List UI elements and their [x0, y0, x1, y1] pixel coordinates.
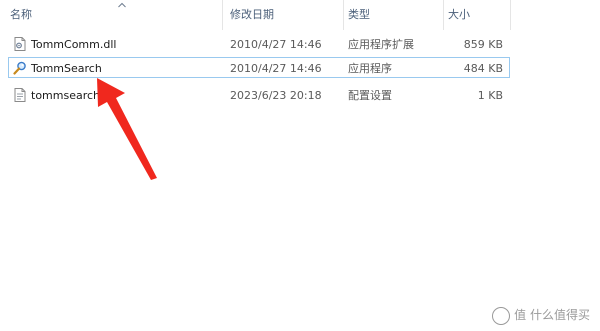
watermark-logo-icon [492, 306, 511, 325]
red-annotation-arrow [97, 78, 157, 180]
watermark-text: 值 什么值得买 [514, 308, 590, 322]
watermark: 值 什么值得买 [492, 305, 590, 325]
